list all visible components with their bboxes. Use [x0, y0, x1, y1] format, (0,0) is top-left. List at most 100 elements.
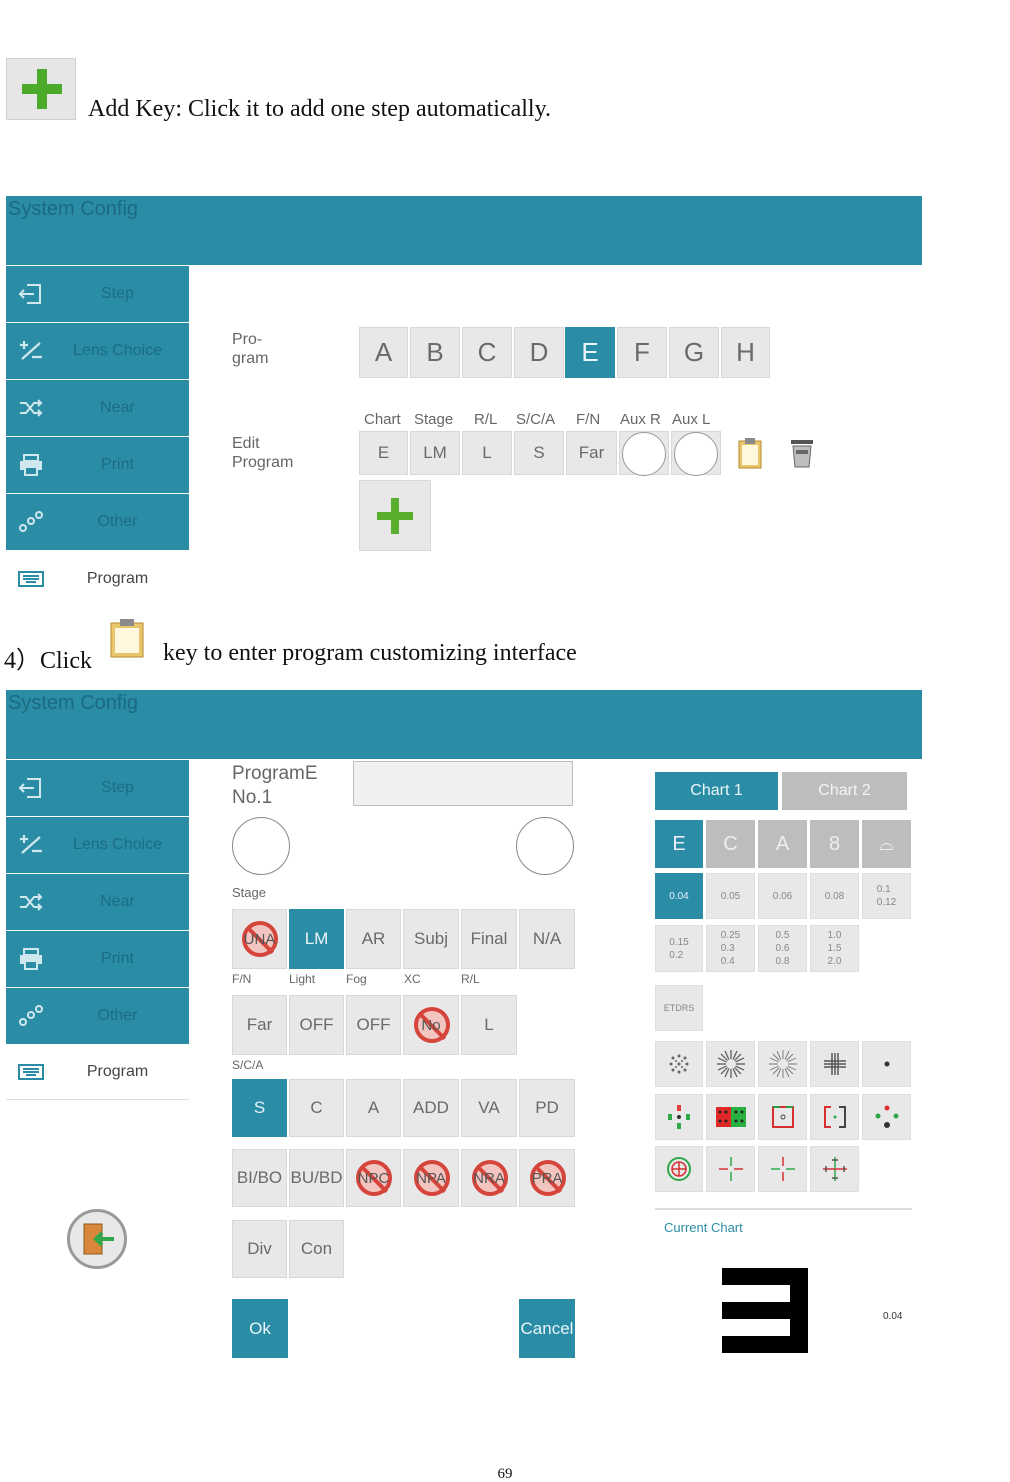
xc-toggle[interactable]: No — [403, 995, 459, 1055]
alignment-chart-icon[interactable] — [655, 1094, 703, 1140]
plus-icon — [377, 497, 413, 534]
program-name-input[interactable] — [353, 761, 573, 806]
step-stage-cell[interactable]: LM — [410, 431, 460, 475]
sidebar-item-program[interactable]: Program — [6, 551, 189, 607]
sidebar-item-step[interactable]: Step — [6, 760, 189, 816]
sidebar-item-near[interactable]: Near — [6, 380, 189, 436]
sidebar-item-program[interactable]: Program — [6, 1044, 189, 1100]
bu-bd-button[interactable]: BU/BD — [289, 1149, 344, 1207]
tab-chart-2[interactable]: Chart 2 — [782, 772, 907, 810]
chart-type-e[interactable]: E — [655, 820, 703, 868]
clipboard-icon[interactable] — [737, 437, 763, 469]
sidebar-item-step[interactable]: Step — [6, 266, 189, 322]
sca-c-button[interactable]: C — [289, 1079, 344, 1137]
step-fn-cell[interactable]: Far — [566, 431, 617, 475]
step-sca-cell[interactable]: S — [514, 431, 564, 475]
cross-fixation-chart-icon[interactable] — [706, 1146, 755, 1192]
light-label: Light — [289, 972, 316, 986]
sunburst-fine-chart-icon[interactable] — [758, 1041, 807, 1087]
light-toggle[interactable]: OFF — [289, 995, 344, 1055]
circle-cross-chart-icon[interactable] — [655, 1146, 703, 1192]
sidebar-item-lens-choice[interactable]: Lens Choice — [6, 323, 189, 379]
etdrs-button[interactable]: ETDRS — [655, 985, 703, 1031]
program-tab-c[interactable]: C — [462, 327, 512, 378]
tab-chart-1[interactable]: Chart 1 — [655, 772, 778, 810]
cross-fixation-alt-chart-icon[interactable] — [758, 1146, 807, 1192]
program-tab-h[interactable]: H — [721, 327, 770, 378]
program-tab-b[interactable]: B — [410, 327, 460, 378]
step-aux-l-cell[interactable] — [671, 431, 721, 476]
step-instruction-prefix: 4）Click — [4, 648, 92, 674]
sca-add-button[interactable]: ADD — [403, 1079, 459, 1137]
title-bar: System Config — [6, 690, 922, 759]
cancel-button[interactable]: Cancel — [519, 1299, 575, 1358]
cross-arrows-chart-icon[interactable] — [810, 1146, 859, 1192]
aux-l-indicator[interactable] — [516, 817, 574, 875]
chart-type-umbrella[interactable]: ⌓ — [862, 820, 911, 868]
add-step-button[interactable] — [359, 480, 431, 551]
stage-una-button[interactable]: UNA — [232, 909, 287, 969]
sunburst-chart-icon[interactable] — [706, 1041, 755, 1087]
sidebar-item-print[interactable]: Print — [6, 437, 189, 493]
stage-final-button[interactable]: Final — [461, 909, 517, 969]
sidebar-item-near[interactable]: Near — [6, 874, 189, 930]
fn-toggle[interactable]: Far — [232, 995, 287, 1055]
aux-r-indicator — [622, 432, 666, 476]
acuity-cell[interactable]: 0.04 — [655, 873, 703, 919]
sca-s-button[interactable]: S — [232, 1079, 287, 1137]
rl-toggle[interactable]: L — [461, 995, 517, 1055]
column-header: S/C/A — [516, 411, 556, 428]
step-aux-r-cell[interactable] — [619, 431, 669, 476]
program-tab-a[interactable]: A — [359, 327, 408, 378]
sidebar-item-print[interactable]: Print — [6, 931, 189, 987]
program-tab-g[interactable]: G — [669, 327, 719, 378]
npa-button[interactable]: NPA — [403, 1149, 459, 1207]
exit-button[interactable] — [67, 1209, 127, 1269]
acuity-cell[interactable]: 0.05 — [706, 873, 755, 919]
sca-a-button[interactable]: A — [346, 1079, 401, 1137]
div-button[interactable]: Div — [232, 1220, 287, 1278]
aux-l-indicator — [674, 432, 718, 476]
stage-na-button[interactable]: N/A — [519, 909, 575, 969]
bracket-chart-icon[interactable] — [810, 1094, 859, 1140]
bi-bo-button[interactable]: BI/BO — [232, 1149, 287, 1207]
con-button[interactable]: Con — [289, 1220, 344, 1278]
step-rl-cell[interactable]: L — [462, 431, 512, 475]
box-fixation-chart-icon[interactable] — [758, 1094, 807, 1140]
trash-icon[interactable] — [789, 437, 815, 469]
chart-type-c[interactable]: C — [706, 820, 755, 868]
chart-type-8[interactable]: 8 — [810, 820, 859, 868]
aux-r-indicator[interactable] — [232, 817, 290, 875]
chart-type-a[interactable]: A — [758, 820, 807, 868]
dot-chart-icon[interactable] — [862, 1041, 911, 1087]
sidebar-item-lens-choice[interactable]: Lens Choice — [6, 817, 189, 873]
four-dot-chart-icon[interactable] — [862, 1094, 911, 1140]
sidebar-item-other[interactable]: Other — [6, 988, 189, 1044]
acuity-cell[interactable]: 0.15 0.2 — [655, 925, 703, 972]
acuity-cell[interactable]: 0.1 0.12 — [862, 873, 911, 919]
column-header: Chart — [364, 411, 401, 428]
fog-toggle[interactable]: OFF — [346, 995, 401, 1055]
acuity-cell[interactable]: 0.06 — [758, 873, 807, 919]
red-green-chart-icon[interactable] — [706, 1094, 755, 1140]
acuity-cell[interactable]: 0.25 0.3 0.4 — [706, 925, 755, 972]
program-tab-f[interactable]: F — [617, 327, 667, 378]
acuity-cell[interactable]: 0.08 — [810, 873, 859, 919]
dots-chart-icon[interactable] — [655, 1041, 703, 1087]
nra-button[interactable]: NRA — [461, 1149, 517, 1207]
ok-button[interactable]: Ok — [232, 1299, 288, 1358]
sidebar-item-other[interactable]: Other — [6, 494, 189, 550]
pra-button[interactable]: PRA — [519, 1149, 575, 1207]
step-chart-cell[interactable]: E — [359, 431, 408, 475]
npc-button[interactable]: NPC — [346, 1149, 401, 1207]
program-tab-e[interactable]: E — [565, 327, 615, 378]
stage-ar-button[interactable]: AR — [346, 909, 401, 969]
stage-subj-button[interactable]: Subj — [403, 909, 459, 969]
acuity-cell[interactable]: 0.5 0.6 0.8 — [758, 925, 807, 972]
sca-va-button[interactable]: VA — [461, 1079, 517, 1137]
sca-pd-button[interactable]: PD — [519, 1079, 575, 1137]
program-tab-d[interactable]: D — [514, 327, 564, 378]
cross-grid-chart-icon[interactable] — [810, 1041, 859, 1087]
acuity-cell[interactable]: 1.0 1.5 2.0 — [810, 925, 859, 972]
stage-lm-button[interactable]: LM — [289, 909, 344, 969]
